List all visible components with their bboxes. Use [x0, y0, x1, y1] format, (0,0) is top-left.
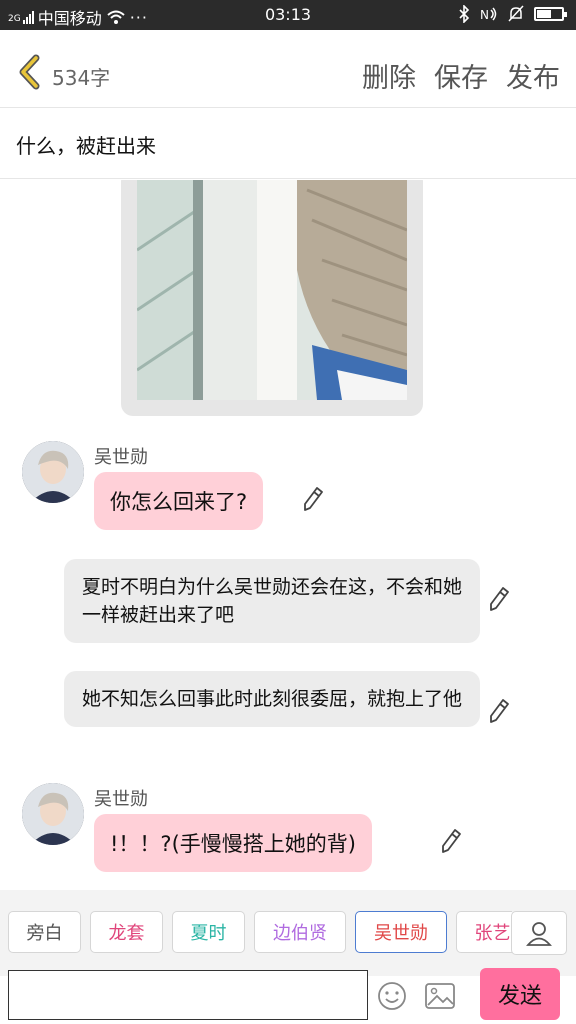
status-bar: 2G 中国移动 ··· 03:13 N: [0, 0, 576, 30]
delete-button[interactable]: 删除: [362, 56, 416, 95]
save-button[interactable]: 保存: [434, 56, 488, 95]
back-arrow-icon[interactable]: [14, 52, 44, 92]
avatar[interactable]: [22, 441, 84, 503]
edit-pencil-icon[interactable]: [488, 698, 510, 724]
role-button-narrator[interactable]: 旁白: [8, 911, 81, 953]
photo: [137, 180, 407, 400]
role-button-xiashi[interactable]: 夏时: [172, 911, 245, 953]
send-button[interactable]: 发送: [480, 968, 560, 1020]
edit-pencil-icon[interactable]: [440, 828, 462, 854]
svg-text:N: N: [480, 8, 489, 22]
input-bar: 发送: [0, 968, 576, 1024]
edit-pencil-icon[interactable]: [488, 586, 510, 612]
add-role-button[interactable]: [511, 911, 567, 955]
image-icon[interactable]: [424, 982, 456, 1010]
role-selector-bar: 旁白 龙套 夏时 边伯贤 吴世勋 张艺: [0, 890, 576, 976]
person-icon: [526, 922, 552, 946]
edit-pencil-icon[interactable]: [302, 486, 324, 512]
narration-bubble[interactable]: 夏时不明白为什么吴世勋还会在这，不会和她一样被赶出来了吧: [64, 559, 480, 643]
story-title[interactable]: 什么，被赶出来: [16, 130, 156, 159]
speaker-name: 吴世勋: [94, 789, 148, 810]
editor-header: 534字 删除 保存 发布: [0, 30, 576, 108]
publish-button[interactable]: 发布: [506, 56, 560, 95]
narration-bubble[interactable]: 她不知怎么回事此时此刻很委屈，就抱上了他: [64, 671, 480, 727]
emoji-icon[interactable]: [376, 980, 408, 1012]
avatar[interactable]: [22, 783, 84, 845]
role-list[interactable]: 旁白 龙套 夏时 边伯贤 吴世勋 张艺: [8, 911, 512, 955]
role-button-zhangyi[interactable]: 张艺: [456, 911, 512, 953]
image-message[interactable]: [121, 180, 423, 416]
bluetooth-icon: [459, 5, 470, 23]
battery-icon: [534, 7, 567, 21]
story-title-bar[interactable]: 什么，被赶出来: [0, 108, 576, 179]
role-button-wushixun[interactable]: 吴世勋: [355, 911, 447, 953]
chat-bubble[interactable]: 你怎么回来了?: [94, 472, 264, 530]
nfc-icon: N: [480, 7, 497, 22]
mute-bell-icon: [508, 5, 524, 22]
chat-area[interactable]: 吴世勋 你怎么回来了? 夏时不明白为什么吴世勋还会在这，不会和她一样被赶出来了吧…: [0, 180, 576, 890]
speaker-name: 吴世勋: [94, 447, 148, 468]
role-button-bianboxian[interactable]: 边伯贤: [254, 911, 346, 953]
message-input[interactable]: [8, 970, 368, 1020]
word-count: 534字: [52, 66, 111, 90]
role-button-extra[interactable]: 龙套: [90, 911, 163, 953]
chat-bubble[interactable]: !！！?(手慢慢搭上她的背): [94, 814, 372, 872]
